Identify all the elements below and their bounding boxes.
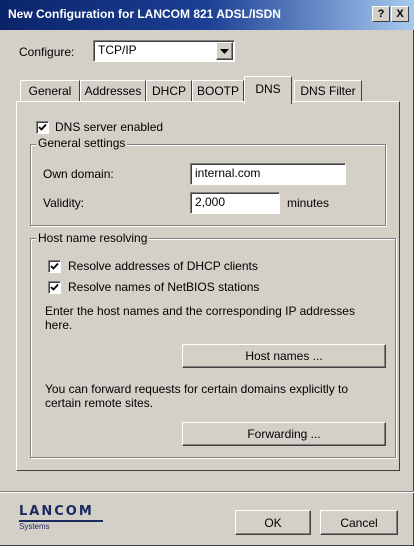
tab-general-label: General [28, 84, 72, 98]
tab-dns-label: DNS [255, 82, 281, 96]
configure-selected-value: TCP/IP [98, 43, 137, 57]
dns-server-enabled-checkbox[interactable] [36, 121, 49, 134]
forwarding-button[interactable]: Forwarding ... [182, 422, 386, 446]
forwarding-button-label: Forwarding ... [247, 427, 321, 441]
checkmark-icon [50, 262, 59, 270]
tab-addresses[interactable]: Addresses [80, 80, 146, 102]
ok-button[interactable]: OK [235, 510, 311, 535]
tab-bootp[interactable]: BOOTP [192, 80, 244, 102]
validity-input[interactable]: 2,000 [190, 192, 280, 214]
resolve-dhcp-checkbox[interactable] [48, 260, 61, 273]
help-icon: ? [377, 8, 385, 20]
own-domain-input[interactable]: internal.com [190, 163, 346, 185]
window-title: New Configuration for LANCOM 821 ADSL/IS… [8, 7, 281, 21]
cancel-button[interactable]: Cancel [320, 510, 398, 535]
tab-dns-filter[interactable]: DNS Filter [294, 80, 362, 102]
tab-dhcp-label: DHCP [151, 84, 186, 98]
tab-bootp-label: BOOTP [196, 84, 239, 98]
configuration-dialog: New Configuration for LANCOM 821 ADSL/IS… [0, 0, 414, 546]
tab-dns[interactable]: DNS [244, 76, 292, 104]
title-bar: New Configuration for LANCOM 821 ADSL/IS… [0, 0, 414, 30]
configure-label: Configure: [19, 45, 75, 59]
hostnames-hint-text: Enter the host names and the correspondi… [45, 304, 355, 332]
close-button[interactable]: X [391, 6, 409, 22]
tab-general[interactable]: General [20, 80, 80, 102]
host-names-button-label: Host names ... [245, 349, 323, 363]
lancom-logo-subtext: Systems [19, 522, 50, 531]
general-settings-legend: General settings [36, 136, 128, 150]
host-name-resolving-legend: Host name resolving [36, 231, 150, 245]
resolve-dhcp-label: Resolve addresses of DHCP clients [68, 259, 258, 273]
configure-select[interactable]: TCP/IP [93, 40, 235, 62]
cancel-button-label: Cancel [340, 515, 378, 530]
checkmark-icon [38, 123, 47, 131]
lancom-logo: LANCOM Systems [19, 505, 103, 532]
resolve-netbios-label: Resolve names of NetBIOS stations [68, 280, 260, 294]
checkmark-icon [50, 283, 59, 291]
validity-value: 2,000 [195, 195, 226, 209]
lancom-logo-text: LANCOM [19, 504, 94, 519]
resolve-netbios-checkbox[interactable] [48, 281, 61, 294]
validity-unit-label: minutes [287, 196, 330, 210]
tab-dns-filter-label: DNS Filter [300, 84, 356, 98]
own-domain-value: internal.com [195, 166, 261, 180]
help-button[interactable]: ? [372, 6, 390, 22]
validity-label: Validity: [43, 196, 85, 210]
tab-dhcp[interactable]: DHCP [146, 80, 192, 102]
close-icon: X [396, 8, 404, 20]
chevron-down-icon [220, 48, 229, 54]
tab-addresses-label: Addresses [84, 84, 142, 98]
dns-server-enabled-label: DNS server enabled [55, 120, 164, 134]
footer-divider-highlight [0, 492, 414, 493]
forward-hint-text: You can forward requests for certain dom… [45, 382, 349, 410]
configure-dropdown-button[interactable] [216, 42, 233, 60]
ok-button-label: OK [264, 515, 282, 530]
own-domain-label: Own domain: [43, 167, 114, 181]
host-names-button[interactable]: Host names ... [182, 344, 386, 368]
